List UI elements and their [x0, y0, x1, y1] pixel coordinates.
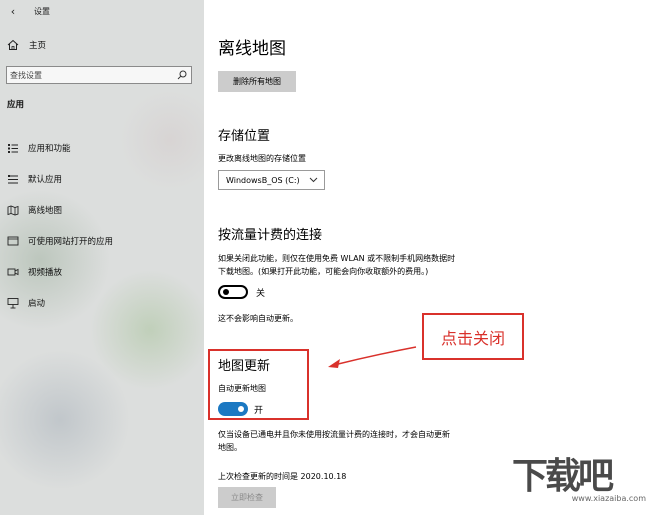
- chevron-down-icon: [309, 177, 318, 183]
- sidebar-item-label: 主页: [29, 41, 47, 51]
- metered-connection-heading: 按流量计费的连接: [218, 228, 323, 243]
- annotation-highlight-box: [208, 349, 309, 420]
- main-content: 离线地图 删除所有地图 存储位置 更改离线地图的存储位置 WindowsB_OS…: [204, 0, 654, 515]
- watermark-logo-text: 下载吧: [512, 455, 614, 497]
- sidebar-item-label: 应用和功能: [28, 143, 71, 154]
- storage-location-select[interactable]: WindowsB_OS (C:): [218, 170, 325, 190]
- check-now-button[interactable]: 立即检查: [218, 487, 276, 508]
- home-icon: [7, 39, 19, 50]
- last-checked-text: 上次检查更新的时间是 2020.10.18: [218, 472, 347, 481]
- sidebar-item-label: 可使用网站打开的应用: [28, 236, 114, 247]
- sidebar-section-title: 应用: [7, 100, 25, 110]
- video-playback-icon: [7, 268, 19, 275]
- sidebar-item-offline-maps[interactable]: 离线地图: [0, 194, 204, 225]
- description-line: 仅当设备已通电并且你未使用按流量计费的连接时，才会自动更新: [218, 430, 450, 439]
- delete-all-maps-button[interactable]: 删除所有地图: [218, 71, 296, 92]
- sidebar-item-startup[interactable]: 启动: [0, 287, 204, 318]
- storage-location-heading: 存储位置: [218, 129, 271, 144]
- sidebar-nav: 应用和功能 默认应用 离线地图 可使用网站打开的应用 视频播放 启动: [0, 132, 204, 318]
- watermark-logo: 下载吧 www.xiazaiba.com: [512, 456, 652, 512]
- page-title: 离线地图: [218, 39, 286, 59]
- search-icon: [177, 70, 187, 80]
- apps-for-websites-icon: [7, 236, 19, 245]
- sidebar: ‹ 设置 主页 查找设置 应用 应用和功能 默认应用 离线地图 可使用网站打开的…: [0, 0, 204, 515]
- startup-icon: [7, 297, 19, 308]
- toggle-knob: [223, 289, 229, 295]
- metered-toggle-state: 关: [256, 289, 266, 299]
- title-bar: ‹ 设置: [0, 0, 204, 22]
- description-line: 下载地图。(如果打开此功能，可能会向你收取额外的费用。): [218, 267, 429, 276]
- apps-list-icon: [8, 143, 18, 153]
- storage-location-label: 更改离线地图的存储位置: [218, 154, 306, 163]
- offline-maps-icon: [7, 205, 19, 215]
- sidebar-item-apps-for-websites[interactable]: 可使用网站打开的应用: [0, 225, 204, 256]
- annotation-callout: 点击关闭: [422, 313, 524, 360]
- metered-connection-description: 如果关闭此功能，则仅在使用免费 WLAN 或不限制手机网络数据时 下载地图。(如…: [218, 252, 518, 278]
- description-line: 如果关闭此功能，则仅在使用免费 WLAN 或不限制手机网络数据时: [218, 254, 456, 263]
- metered-note: 这不会影响自动更新。: [218, 314, 298, 323]
- back-button[interactable]: ‹: [4, 5, 22, 18]
- sidebar-item-apps-features[interactable]: 应用和功能: [0, 132, 204, 163]
- description-line: 地图。: [218, 443, 242, 452]
- metered-connection-toggle[interactable]: [218, 285, 248, 299]
- sidebar-item-label: 默认应用: [28, 174, 63, 185]
- app-title: 设置: [34, 6, 50, 16]
- sidebar-item-video-playback[interactable]: 视频播放: [0, 256, 204, 287]
- default-apps-icon: [8, 174, 18, 183]
- sidebar-item-label: 视频播放: [28, 267, 63, 278]
- sidebar-item-label: 启动: [28, 298, 46, 309]
- sidebar-item-default-apps[interactable]: 默认应用: [0, 163, 204, 194]
- map-updates-description: 仅当设备已通电并且你未使用按流量计费的连接时，才会自动更新 地图。: [218, 428, 518, 454]
- selected-drive: WindowsB_OS (C:): [226, 175, 300, 185]
- annotation-arrow-icon: [328, 346, 417, 368]
- search-placeholder: 查找设置: [10, 70, 42, 80]
- sidebar-item-label: 离线地图: [28, 205, 63, 216]
- sidebar-item-home[interactable]: 主页: [0, 34, 204, 56]
- search-input[interactable]: 查找设置: [6, 66, 192, 84]
